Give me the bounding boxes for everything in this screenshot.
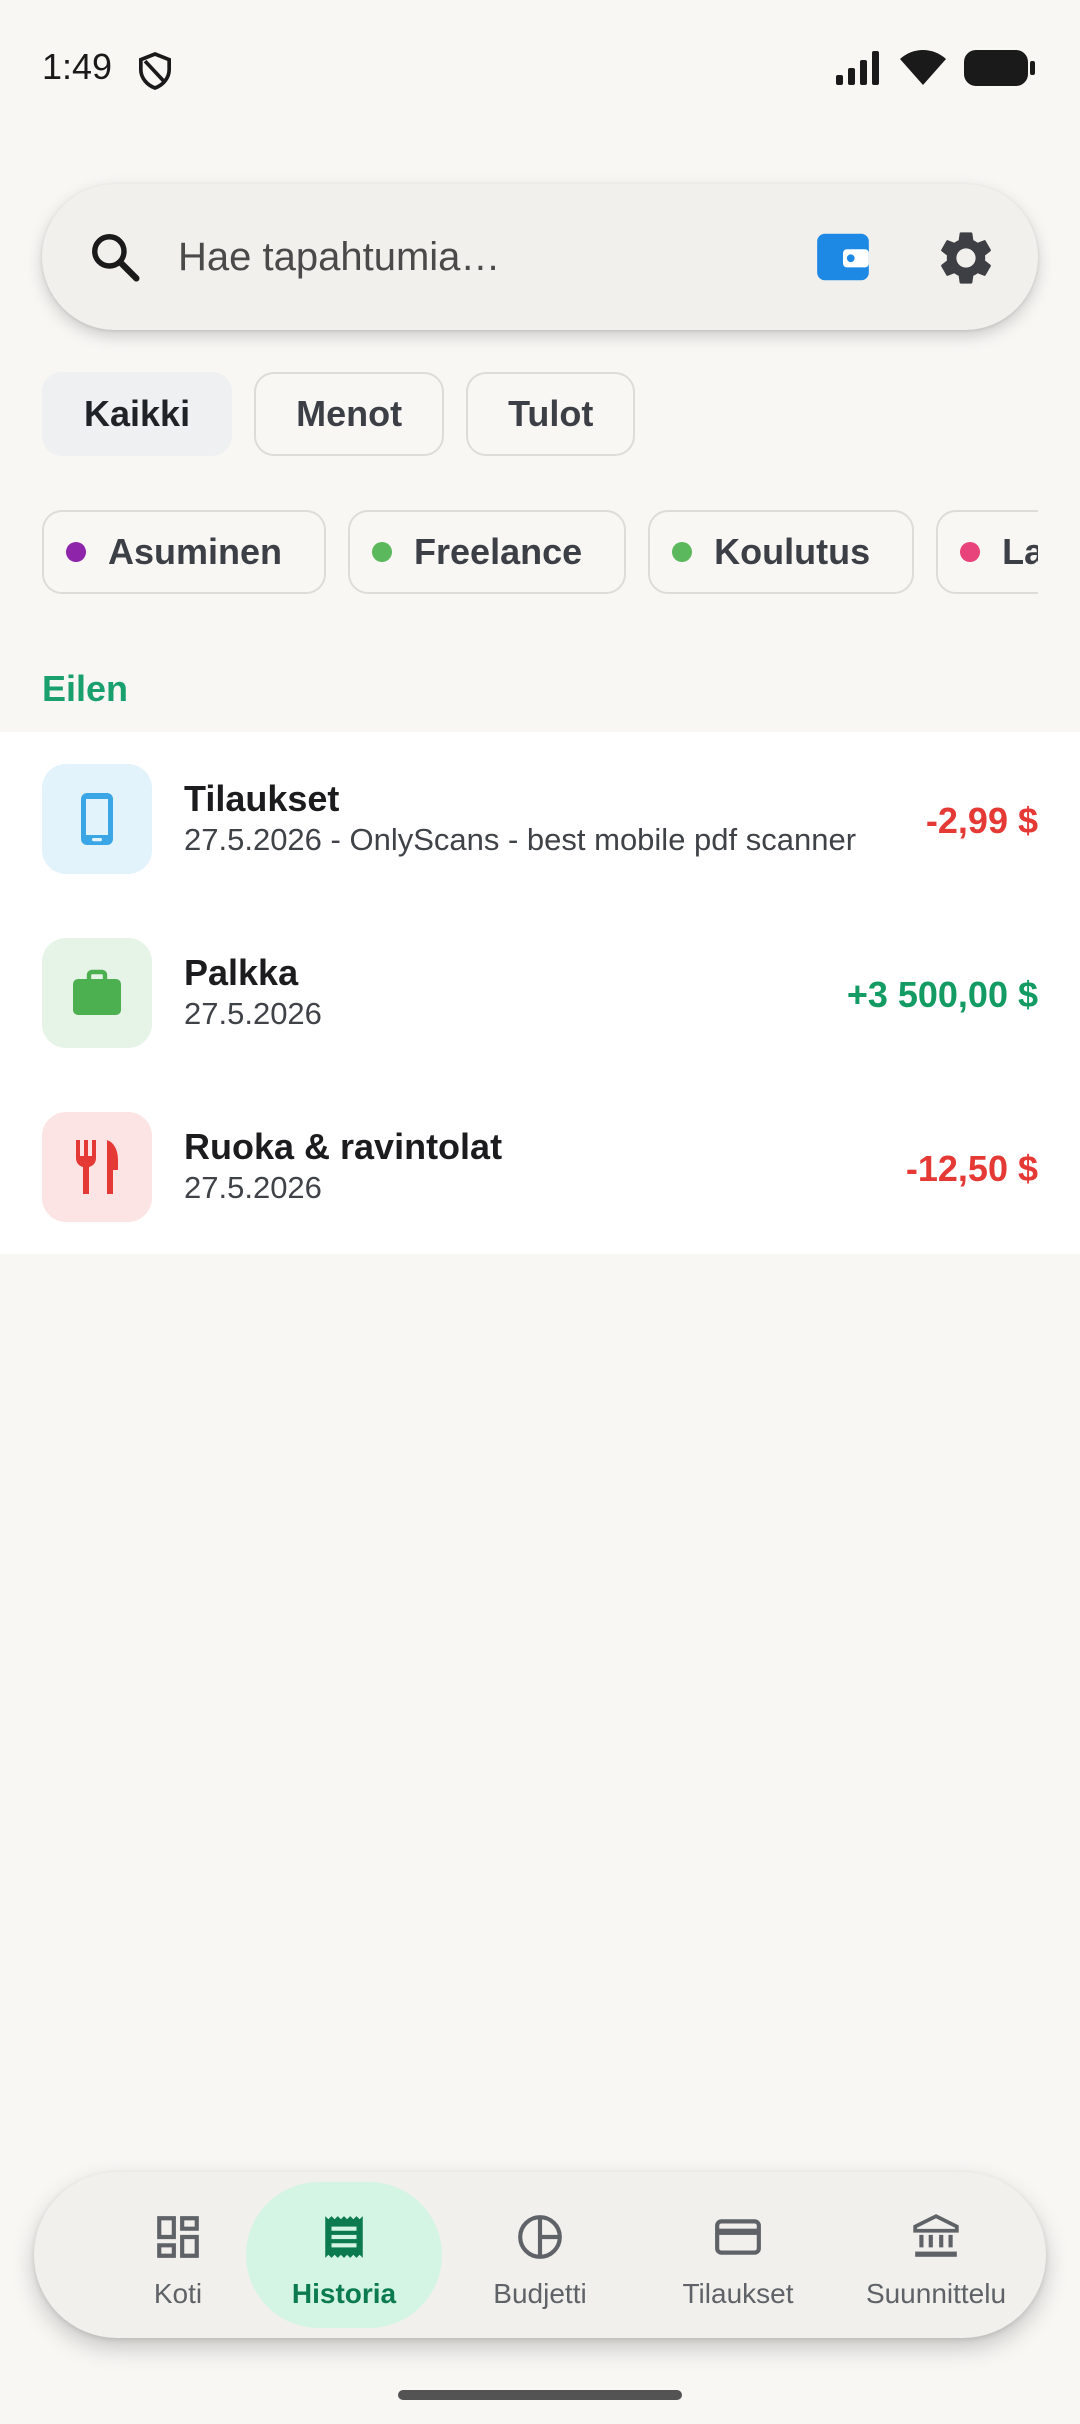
transaction-title: Ruoka & ravintolat (184, 1126, 503, 1167)
bank-icon (913, 2214, 959, 2257)
battery-icon (964, 50, 1035, 86)
category-chip-label: Koulutus (714, 531, 871, 572)
transaction-subtitle: 27.5.2026 (184, 1170, 322, 1205)
transaction-row[interactable]: Tilaukset 27.5.2026 - OnlyScans - best m… (0, 732, 1080, 906)
nav-label: Tilaukset (682, 2278, 794, 2309)
category-dot (672, 542, 693, 562)
briefcase-icon (42, 938, 152, 1048)
wallet-icon[interactable] (812, 226, 874, 288)
transaction-list: Tilaukset 27.5.2026 - OnlyScans - best m… (0, 732, 1080, 1254)
filter-chip-all[interactable]: Kaikki (42, 372, 233, 456)
category-dot (66, 542, 86, 562)
date-section-label: Eilen (42, 668, 129, 709)
receipt-icon (325, 2216, 363, 2258)
category-chip-label: Lahjat (1002, 531, 1038, 572)
gear-icon[interactable] (934, 226, 998, 290)
nav-label: Koti (153, 2278, 203, 2309)
category-chip-freelance[interactable]: Freelance (348, 510, 627, 594)
shield-icon (138, 52, 172, 90)
category-dot (372, 542, 393, 562)
transaction-amount: -2,99 $ (925, 800, 1038, 841)
status-time: 1:49 (42, 46, 113, 87)
bottom-navigation: Koti Historia Budjetti Tilaukset Suunnit… (34, 2172, 1046, 2338)
transaction-title: Palkka (184, 952, 299, 993)
restaurant-icon (42, 1112, 152, 1222)
status-bar: 1:49 (0, 0, 1080, 140)
category-chip-label: Asuminen (108, 531, 283, 572)
filter-chip-income[interactable]: Tulot (466, 372, 636, 456)
transaction-amount: -12,50 $ (905, 1148, 1038, 1189)
transaction-amount: +3 500,00 $ (846, 974, 1038, 1015)
transaction-title: Tilaukset (184, 778, 340, 819)
nav-label: Suunnittelu (865, 2278, 1007, 2309)
category-dot (960, 542, 981, 562)
credit-card-icon (715, 2219, 761, 2255)
search-bar (42, 184, 1038, 330)
category-chip-label: Freelance (414, 531, 583, 572)
transaction-row[interactable]: Palkka 27.5.2026 +3 500,00 $ (0, 906, 1080, 1080)
category-filter-row: Asuminen Freelance Koulutus Lahjat (42, 510, 1038, 594)
nav-label: Budjetti (493, 2278, 587, 2309)
nav-label: Historia (291, 2278, 397, 2309)
transaction-row[interactable]: Ruoka & ravintolat 27.5.2026 -12,50 $ (0, 1080, 1080, 1254)
nav-item-suunnittelu[interactable]: Suunnittelu (838, 2172, 1034, 2338)
nav-item-historia[interactable]: Historia (246, 2172, 442, 2338)
type-filter-row: Kaikki Menot Tulot (42, 372, 636, 456)
category-chip-asuminen[interactable]: Asuminen (42, 510, 327, 594)
search-icon[interactable] (88, 230, 142, 284)
filter-chip-expenses[interactable]: Menot (254, 372, 445, 456)
home-indicator[interactable] (398, 2390, 682, 2400)
transaction-subtitle: 27.5.2026 - OnlyScans - best mobile pdf … (184, 822, 857, 857)
status-icons (836, 50, 1036, 86)
dashboard-icon (157, 2216, 199, 2258)
category-chip-koulutus[interactable]: Koulutus (648, 510, 915, 594)
phone-icon (42, 764, 152, 874)
signal-icon (836, 51, 879, 85)
transaction-subtitle: 27.5.2026 (184, 996, 322, 1031)
nav-item-budjetti[interactable]: Budjetti (442, 2172, 638, 2338)
category-chip-lahjat[interactable]: Lahjat (936, 510, 1038, 594)
pie-chart-icon (518, 2215, 562, 2259)
wifi-icon (900, 50, 946, 85)
search-input[interactable] (178, 224, 798, 290)
nav-item-tilaukset[interactable]: Tilaukset (640, 2172, 836, 2338)
